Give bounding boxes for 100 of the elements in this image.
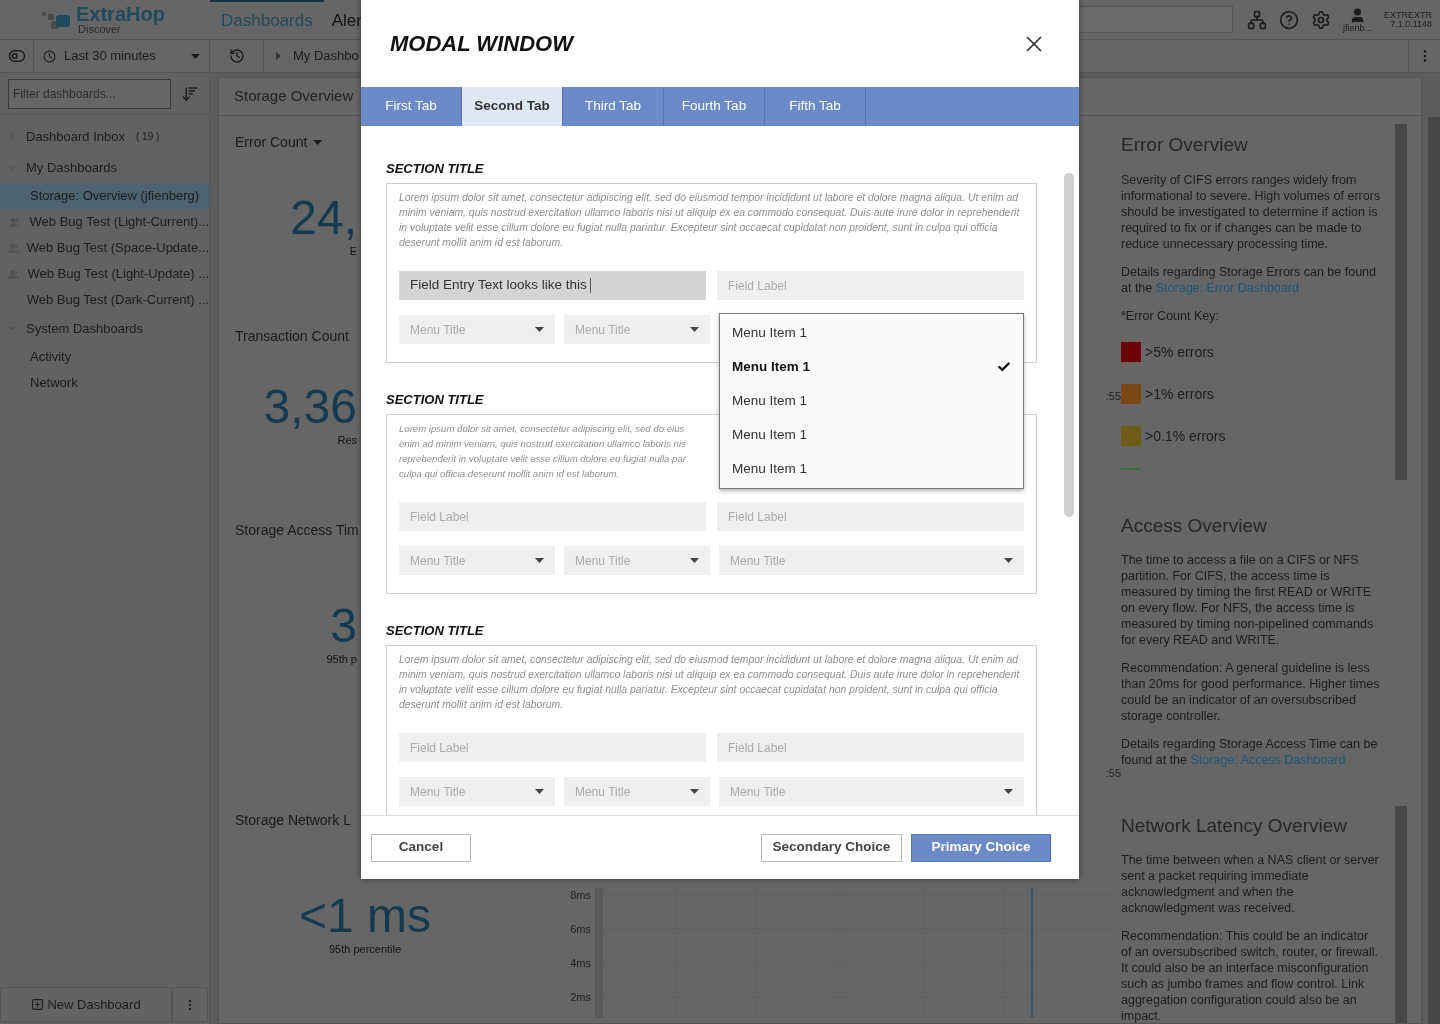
section-title: SECTION TITLE [386,392,484,407]
section-title: SECTION TITLE [386,623,484,638]
description-text: Details regarding Storage Errors can be found at the Storage: Error Dashboard [1121,263,1377,296]
caret-icon [690,789,699,794]
axis-label: :55 [1105,766,1121,781]
sort-icon[interactable] [181,84,199,103]
dropdown-select[interactable]: Menu Title [564,315,710,344]
description-line: reprehenderit in voluptate velit esse cillum dolore eu fugiat nulla par [399,452,686,466]
dashboard-item[interactable]: Storage: Overview (jfienberg) [0,183,209,209]
text-field[interactable]: Field Entry Text looks like this [399,271,706,300]
dropdown-select[interactable]: Menu Title [564,546,710,575]
caret-icon [690,327,699,332]
secondary-button[interactable]: Secondary Choice [761,833,902,862]
axis-tick-label: 8ms [570,888,591,902]
menu-item[interactable]: Menu Item 1 [720,452,1023,486]
tab[interactable]: Fifth Tab [765,87,866,126]
help-icon[interactable] [1278,9,1299,30]
axis-tick-label: 4ms [570,956,591,970]
metric-caption: 95th percentile [328,942,402,957]
description-text: Recommendation: A general guideline is less than 20ms for good performance. Higher times could be an indicator of an oversubscribed storage controller. [1121,660,1381,725]
dashboard-item[interactable]: Web Bug Test (Space-Update... [0,235,209,261]
logo-subtitle: Discover [78,24,121,35]
description-line: culpa qui officia deserunt mollit anim id est laborum. [399,467,620,481]
section-heading: Access Overview [1121,513,1268,538]
widget-title: Transaction Count [235,327,349,346]
description-line: Lorem ipsum dolor sit amet, consectetur adipiscing elit, sed do eius [399,422,685,436]
dashboard-item[interactable]: Activity [0,344,209,370]
legend-label: >1% errors [1145,384,1214,404]
new-dashboard-button[interactable]: New Dashboard [0,987,172,1022]
widget-title: Error Count [235,133,308,152]
tab[interactable]: Third Tab [563,87,664,126]
axis-tick-label: 6ms [570,922,591,936]
checkmark-icon [997,360,1011,374]
dropdown-select[interactable]: Menu Title [399,777,555,806]
toggle-icon[interactable] [7,47,26,65]
primary-button[interactable]: Primary Choice [911,833,1051,862]
caret-icon [1004,558,1013,563]
description-text: *Error Count Key: [1121,307,1220,324]
dashboard-item[interactable]: Web Bug Test (Dark-Current) ... [0,287,209,313]
dashboard-item[interactable]: Web Bug Test (Light-Update) ... [0,261,209,287]
user-name[interactable]: jfienb... [1342,23,1372,33]
tab[interactable]: Fourth Tab [664,87,765,126]
metric-caption: Res [337,433,357,448]
metric-value: <1 ms [299,891,432,941]
dashboard-link[interactable]: Storage: Error Dashboard [1155,280,1299,295]
text-field[interactable]: Field Label [717,733,1024,762]
dashboard-link[interactable]: Storage: Access Dashboard [1190,753,1346,768]
filter-field[interactable]: Filter dashboards... [8,78,171,109]
plus-icon [31,998,45,1011]
text-field[interactable]: Field Label [717,502,1024,531]
dashboard-item[interactable]: Network [0,370,209,396]
section-heading: Error Overview [1121,133,1249,157]
tree-group[interactable]: System Dashboards [0,313,209,344]
section-title: SECTION TITLE [386,161,484,176]
dropdown-select[interactable]: Menu Title [399,546,555,575]
appliance-name: EXTREXTR [1384,10,1432,20]
text-field[interactable]: Field Label [717,271,1024,300]
scrollbar[interactable] [1395,124,1407,480]
menu-item[interactable]: Menu Item 1 [720,384,1023,418]
cancel-button[interactable]: Cancel [371,833,471,862]
text-field[interactable]: Field Label [399,733,706,762]
description-text: Severity of CIFS errors ranges widely from informational to severe. High volumes of errors should be investigated to determine if action is required to fix or if changes can be made to reduce unnecessary processing time. [1121,171,1381,252]
menu-item[interactable]: Menu Item 1 [720,316,1023,350]
caret-icon [191,53,200,59]
settings-icon[interactable] [1310,9,1331,30]
caret-icon [535,558,544,563]
description-text: Details regarding Storage Access Time can be found at the Storage: Access Dashboard [1121,736,1379,769]
dropdown-select[interactable]: Menu Title [399,315,555,344]
metric-caption: E [349,244,357,259]
scrollbar[interactable] [1064,173,1074,517]
clock-icon [43,49,56,63]
text-field[interactable]: Field Label [399,502,706,531]
metric-caption: 95th p [326,652,357,667]
dropdown-select[interactable]: Menu Title [719,777,1024,806]
tree-group[interactable]: Dashboard Inbox ( 19 ) [0,121,209,152]
dashboard-title: Storage Overview [234,86,354,107]
history-icon[interactable] [228,48,245,64]
metric-value: 3 [330,601,357,651]
caret-icon [690,558,699,563]
scrollbar[interactable] [1395,805,1407,1023]
play-icon [276,52,281,60]
dropdown-select[interactable]: Menu Title [564,777,710,806]
dashboard-item[interactable]: Web Bug Test (Light-Current)... [0,209,209,235]
menu-item[interactable]: Menu Item 1 [720,418,1023,452]
description-text: The time to access a file on a CIFS or NFS partition. For CIFS, the access time is measured by timing the first READ or WRITE on every flow. For NFS, the access time is measured by timing non-pipelined commands for every READ and WRITE. [1121,552,1375,649]
widget-title: Storage Network L [235,811,351,830]
metric-value: 3,36 [263,382,357,432]
menu-item[interactable]: Menu Item 1 [720,350,1023,384]
time-range-dropdown[interactable]: Last 30 minutes [34,40,210,72]
section-heading: Network Latency Overview [1121,813,1348,838]
dropdown-select[interactable]: Menu Title [719,546,1024,575]
version-text: 7.1.0.1148 [1390,19,1432,29]
tab[interactable]: Second Tab [462,87,563,126]
network-icon[interactable] [1246,9,1267,30]
axis-label: :55 [1105,389,1121,404]
breadcrumb[interactable]: My Dashbo [293,46,359,66]
metric-value: 24, [290,193,357,243]
tree-group[interactable]: My Dashboards [0,152,209,183]
section-description: Lorem ipsum dolor sit amet, consectetur adipiscing elit, sed do eiusmod tempor incididunt ut labore et dolore magna aliqua. Ut enim ad minim veniam, quis nostrud exercitation ullamco laboris nisi ut aliquip ex ea commodo consequat. Duis aute irure dolor in reprehenderit in voluptate velit esse cillum dolore eu fugiat nulla pariatur. Excepteur sint occaecat cupidatat non proident, sunt in culpa qui officia deserunt mollit anim id est laborum. [399,653,1021,712]
section-description: Lorem ipsum dolor sit amet, consectetur adipiscing elit, sed do eiusmod tempor incididunt ut labore et dolore magna aliqua. Ut enim ad minim veniam, quis nostrud exercitation ullamco laboris nisi ut aliquip ex ea commodo consequat. Duis aute irure dolor in reprehenderit in voluptate velit esse cillum dolore eu fugiat nulla pariatur. Excepteur sint occaecat cupidatat non proident, sunt in culpa qui officia deserunt mollit anim id est laborum. [399,191,1021,250]
